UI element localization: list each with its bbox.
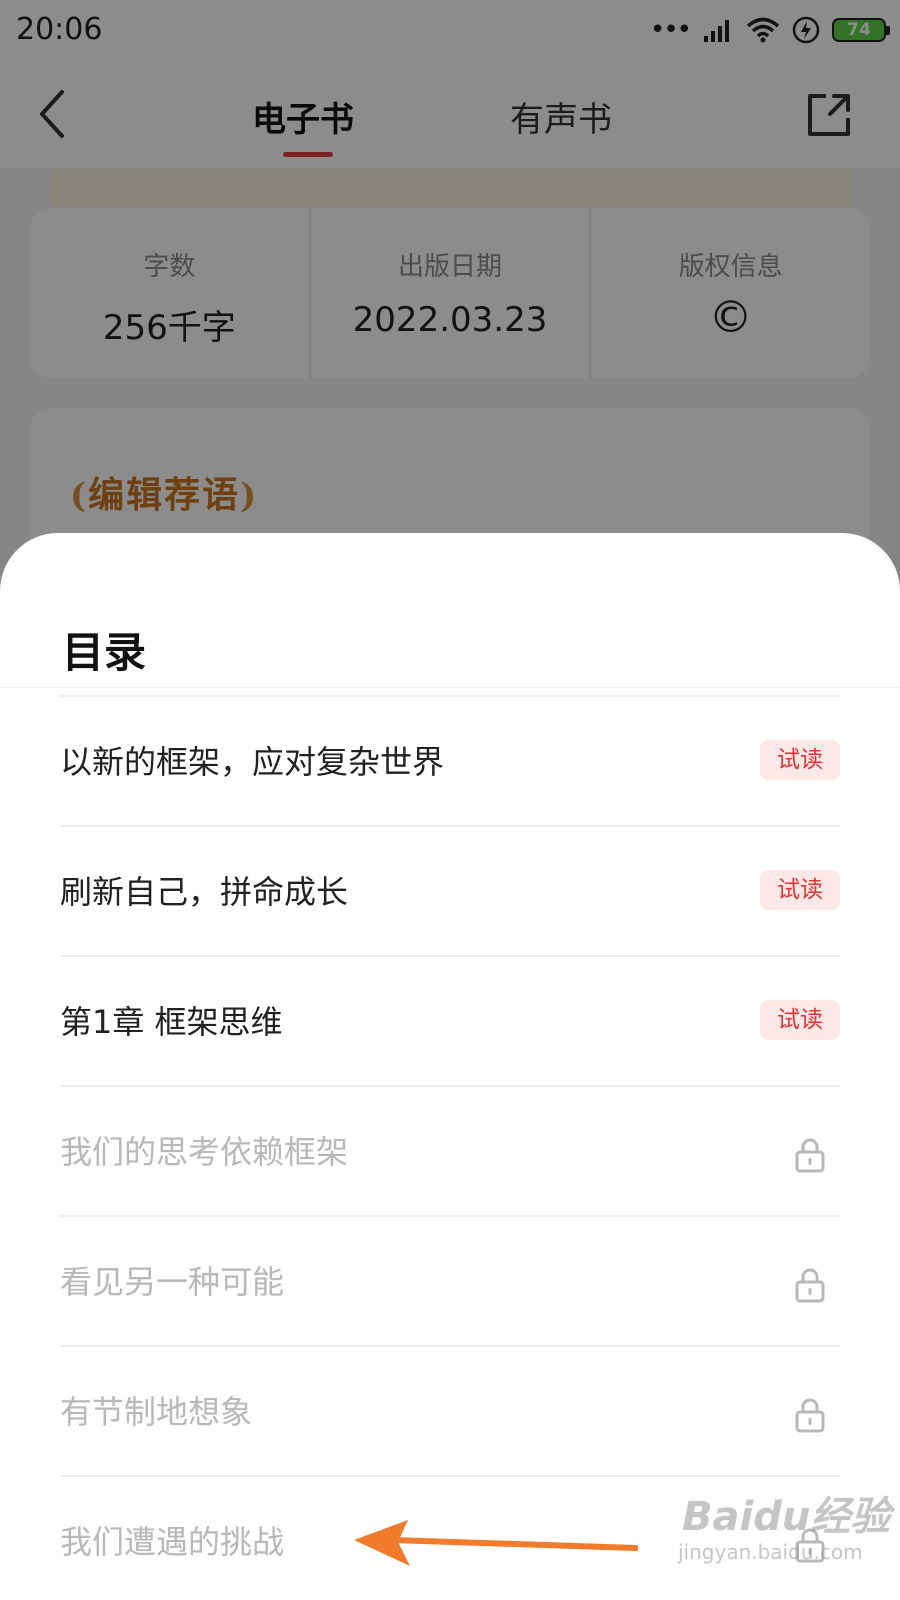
watermark-logo: Baidu经验 <box>682 1494 891 1540</box>
watermark-url: jingyan.baidu.com <box>678 1540 863 1564</box>
toc-item-locked[interactable]: 有节制地想象 <box>60 1347 840 1477</box>
lock-icon <box>795 1138 825 1173</box>
toc-title: 目录 <box>62 628 147 677</box>
toc-item-locked[interactable]: 看见另一种可能 <box>60 1217 840 1347</box>
toc-item-title: 我们的思考依赖框架 <box>60 1133 349 1171</box>
toc-list: 以新的框架，应对复杂世界 试读 刷新自己，拼命成长 试读 第1章 框架思维 试读… <box>0 697 900 1600</box>
trial-read-badge: 试读 <box>760 870 840 910</box>
toc-item-title: 以新的框架，应对复杂世界 <box>60 743 445 781</box>
toc-item[interactable]: 第1章 框架思维 试读 <box>60 957 840 1087</box>
annotation-arrow-icon <box>354 1520 638 1566</box>
toc-item[interactable]: 刷新自己，拼命成长 试读 <box>60 827 840 957</box>
lock-icon <box>795 1398 825 1433</box>
toc-item-title: 刷新自己，拼命成长 <box>60 873 349 911</box>
toc-bottom-sheet: 目录 以新的框架，应对复杂世界 试读 刷新自己，拼命成长 试读 第1章 框架思维… <box>0 533 900 1600</box>
toc-item-locked[interactable]: 我们的思考依赖框架 <box>60 1087 840 1217</box>
lock-icon <box>795 1268 825 1303</box>
sheet-divider <box>0 687 900 688</box>
baidu-watermark: Baidu经验 jingyan.baidu.com <box>676 1480 896 1580</box>
toc-item-title: 我们遭遇的挑战 <box>60 1523 285 1561</box>
toc-item-title: 看见另一种可能 <box>60 1263 285 1301</box>
trial-read-badge: 试读 <box>760 1000 840 1040</box>
trial-read-badge: 试读 <box>760 740 840 780</box>
toc-item[interactable]: 以新的框架，应对复杂世界 试读 <box>60 697 840 827</box>
toc-item-title: 第1章 框架思维 <box>60 1003 283 1041</box>
toc-item-title: 有节制地想象 <box>60 1393 253 1431</box>
